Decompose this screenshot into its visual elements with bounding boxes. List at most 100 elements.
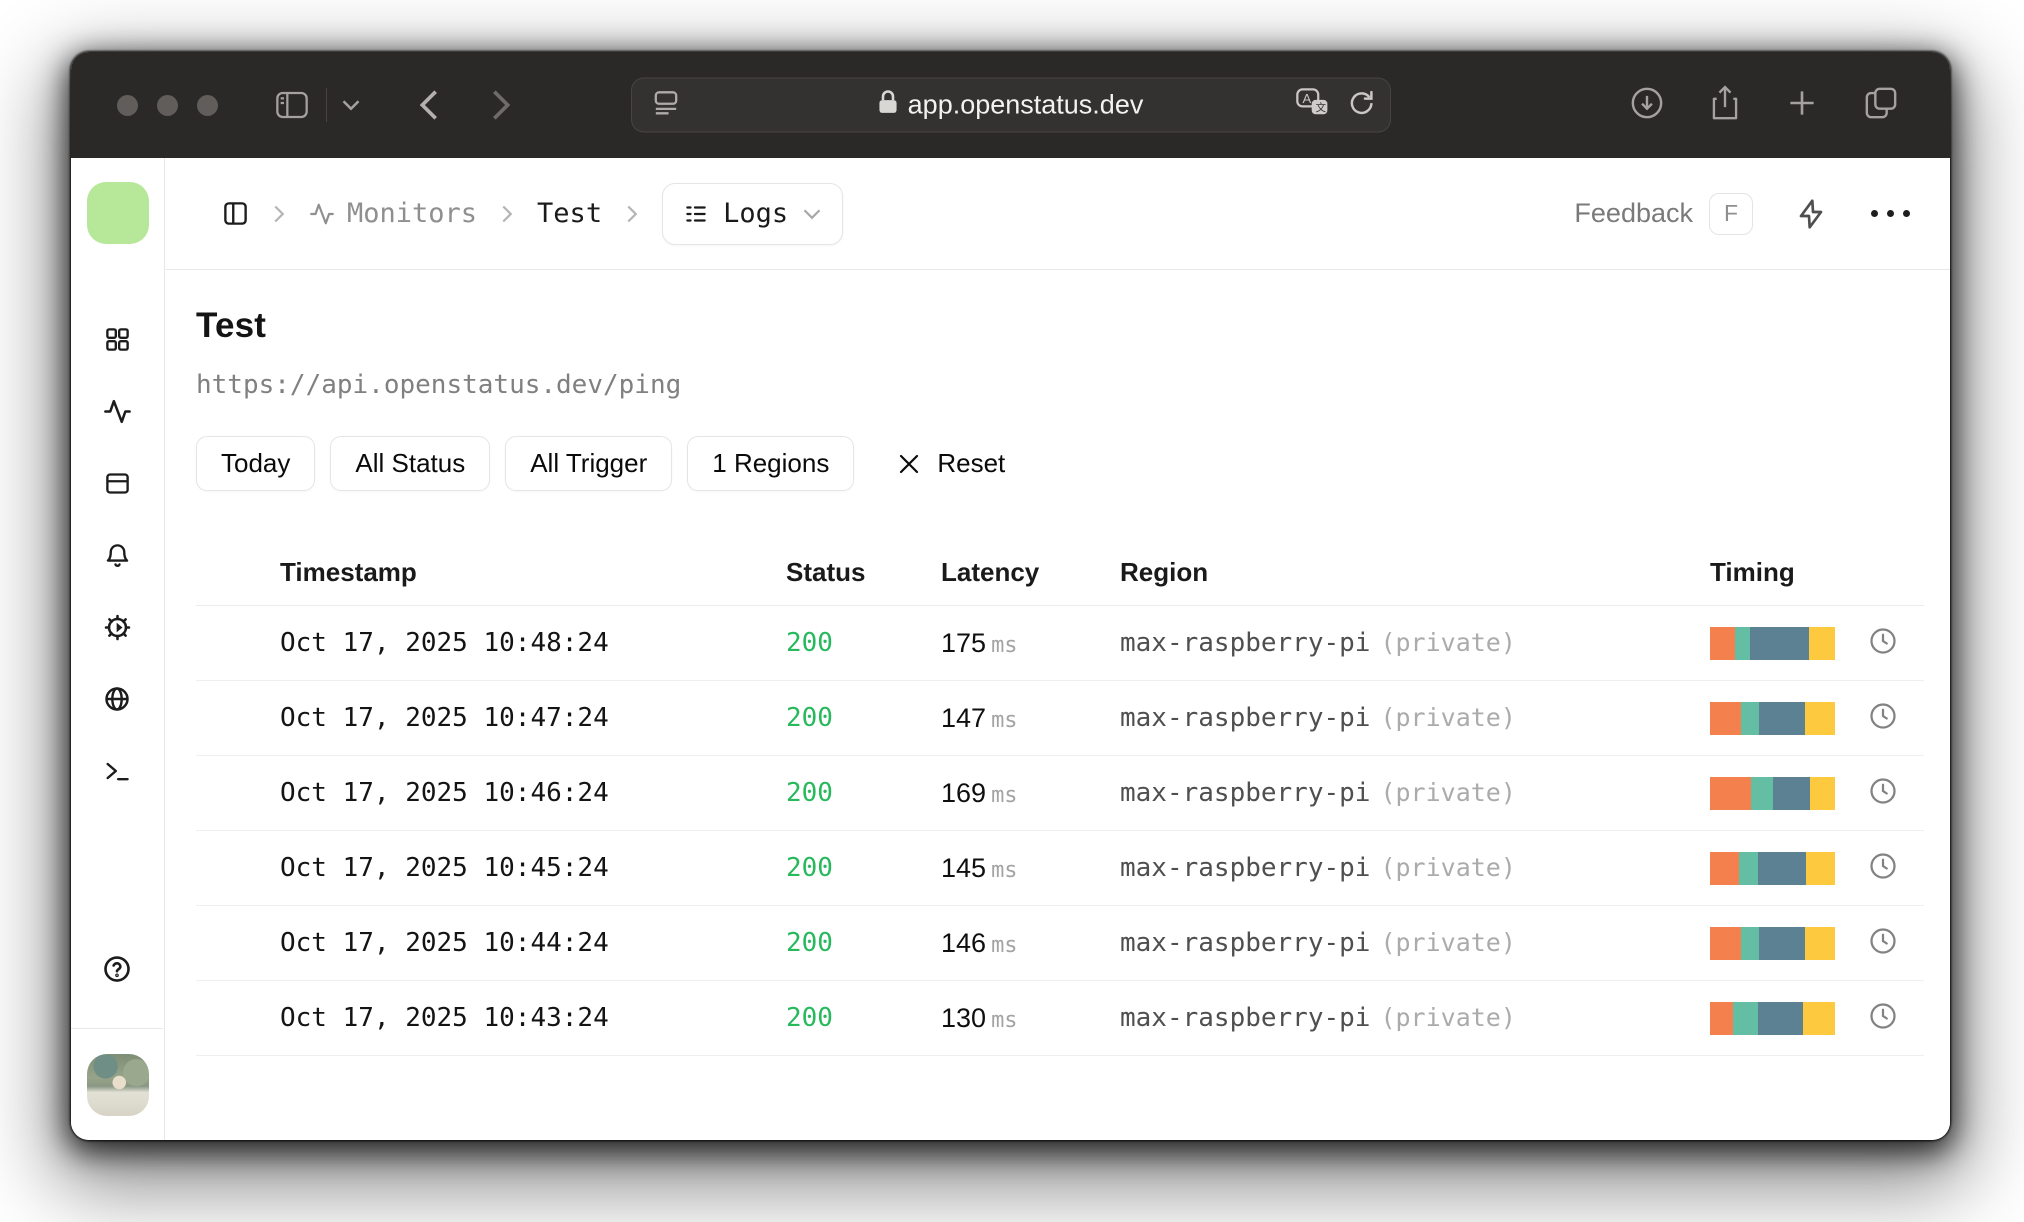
timing-bar (1710, 626, 1835, 660)
row-status-code: 200 (786, 853, 833, 883)
table-row[interactable]: Oct 17, 2025 10:48:24 200 175 ms max-rasp… (196, 606, 1924, 681)
col-latency[interactable]: Latency (941, 557, 1120, 588)
col-timestamp[interactable]: Timestamp (280, 557, 786, 588)
clock-icon[interactable] (1868, 776, 1898, 811)
filter-trigger-button[interactable]: All Trigger (505, 436, 673, 491)
list-icon (686, 205, 706, 222)
workspace-logo[interactable] (86, 182, 149, 244)
filter-bar: Today All Status All Trigger 1 Regions R… (196, 436, 1924, 491)
translate-icon[interactable]: A 文 (1295, 88, 1330, 123)
reload-icon[interactable] (1348, 88, 1374, 123)
table-header: Timestamp Status Latency Region Timing (196, 539, 1924, 606)
toolbar-divider (326, 88, 327, 122)
col-status[interactable]: Status (786, 557, 941, 588)
table-row[interactable]: Oct 17, 2025 10:45:24 200 145 ms max-rasp… (196, 831, 1924, 906)
main-content: Test https://api.openstatus.dev/ping Tod… (164, 306, 1950, 1056)
tab-overview-icon[interactable] (1864, 86, 1898, 125)
row-timestamp: Oct 17, 2025 10:43:24 (280, 1003, 609, 1033)
breadcrumb-monitor-name[interactable]: Test (537, 198, 602, 229)
address-bar[interactable]: app.openstatus.dev A 文 (630, 77, 1391, 133)
status-page-icon[interactable] (71, 447, 163, 519)
minimize-window-icon[interactable] (157, 94, 178, 116)
timing-bar (1710, 926, 1835, 960)
breadcrumb-monitors[interactable]: Monitors (309, 198, 477, 229)
timing-bar (1710, 701, 1835, 735)
row-region: max-raspberry-pi (private) (1120, 1003, 1516, 1033)
row-latency: 146 ms (941, 927, 1018, 958)
new-tab-icon[interactable] (1786, 87, 1818, 124)
timing-bar (1710, 776, 1835, 810)
lock-icon (878, 89, 898, 122)
row-latency: 169 ms (941, 777, 1018, 808)
app-header: Monitors Test Logs Feedback F (164, 158, 1950, 270)
clock-icon[interactable] (1868, 1001, 1898, 1036)
close-icon (900, 454, 919, 473)
row-status-code: 200 (786, 703, 833, 733)
row-status-code: 200 (786, 628, 833, 658)
more-menu-icon[interactable] (1871, 210, 1910, 217)
forward-icon[interactable] (491, 88, 511, 122)
zap-icon[interactable] (1795, 198, 1827, 230)
feedback-shortcut-key: F (1709, 192, 1753, 235)
bell-icon[interactable] (71, 519, 163, 591)
download-icon[interactable] (1630, 86, 1664, 125)
activity-icon (310, 203, 334, 224)
row-timestamp: Oct 17, 2025 10:47:24 (280, 703, 609, 733)
gear-icon[interactable] (71, 591, 163, 663)
timing-bar (1710, 851, 1835, 885)
table-row[interactable]: Oct 17, 2025 10:46:24 200 169 ms max-rasp… (196, 756, 1924, 831)
table-row[interactable]: Oct 17, 2025 10:43:24 200 130 ms max-rasp… (196, 981, 1924, 1056)
help-icon[interactable] (71, 954, 163, 984)
clock-icon[interactable] (1868, 626, 1898, 661)
row-region: max-raspberry-pi (private) (1120, 778, 1516, 808)
row-status-code: 200 (786, 778, 833, 808)
sidebar-toggle-icon[interactable] (276, 91, 308, 119)
browser-titlebar: app.openstatus.dev A 文 (71, 52, 1950, 158)
col-timing[interactable]: Timing (1710, 557, 1860, 588)
timing-bar (1710, 1001, 1835, 1035)
col-region[interactable]: Region (1120, 557, 1710, 588)
traffic-lights[interactable] (117, 94, 218, 116)
panel-toggle-icon[interactable] (222, 200, 249, 227)
globe-icon[interactable] (71, 663, 163, 735)
table-body: Oct 17, 2025 10:48:24 200 175 ms max-rasp… (196, 606, 1924, 1056)
user-avatar[interactable] (86, 1054, 149, 1116)
app-content: Monitors Test Logs Feedback F Test https… (71, 158, 1950, 1140)
table-row[interactable]: Oct 17, 2025 10:44:24 200 146 ms max-rasp… (196, 906, 1924, 981)
url-text[interactable]: app.openstatus.dev (908, 90, 1144, 121)
row-latency: 145 ms (941, 852, 1018, 883)
activity-icon[interactable] (71, 375, 163, 447)
row-status-code: 200 (786, 928, 833, 958)
row-timestamp: Oct 17, 2025 10:45:24 (280, 853, 609, 883)
row-timestamp: Oct 17, 2025 10:44:24 (280, 928, 609, 958)
row-status-code: 200 (786, 1003, 833, 1033)
chevron-down-icon[interactable] (341, 98, 361, 112)
svg-text:文: 文 (1315, 101, 1326, 114)
filter-regions-button[interactable]: 1 Regions (687, 436, 855, 491)
close-window-icon[interactable] (117, 94, 138, 116)
terminal-icon[interactable] (71, 735, 163, 807)
back-icon[interactable] (419, 88, 439, 122)
reset-filters-button[interactable]: Reset (897, 448, 1005, 479)
chevron-right-icon (624, 204, 640, 224)
row-region: max-raspberry-pi (private) (1120, 628, 1516, 658)
zoom-window-icon[interactable] (197, 94, 218, 116)
clock-icon[interactable] (1868, 701, 1898, 736)
filter-period-button[interactable]: Today (196, 436, 316, 491)
clock-icon[interactable] (1868, 926, 1898, 961)
page-title: Test (196, 306, 267, 345)
row-region: max-raspberry-pi (private) (1120, 928, 1516, 958)
chevron-right-icon (271, 204, 287, 224)
feedback-button[interactable]: Feedback (1574, 198, 1693, 229)
clock-icon[interactable] (1868, 851, 1898, 886)
filter-status-button[interactable]: All Status (330, 436, 491, 491)
table-row[interactable]: Oct 17, 2025 10:47:24 200 147 ms max-rasp… (196, 681, 1924, 756)
row-region: max-raspberry-pi (private) (1120, 853, 1516, 883)
row-latency: 147 ms (941, 702, 1018, 733)
grid-icon[interactable] (71, 303, 163, 375)
logs-view-dropdown[interactable]: Logs (662, 182, 844, 245)
row-latency: 175 ms (941, 627, 1018, 658)
monitor-endpoint-url: https://api.openstatus.dev/ping (196, 370, 682, 400)
share-icon[interactable] (1710, 84, 1740, 126)
row-timestamp: Oct 17, 2025 10:46:24 (280, 778, 609, 808)
